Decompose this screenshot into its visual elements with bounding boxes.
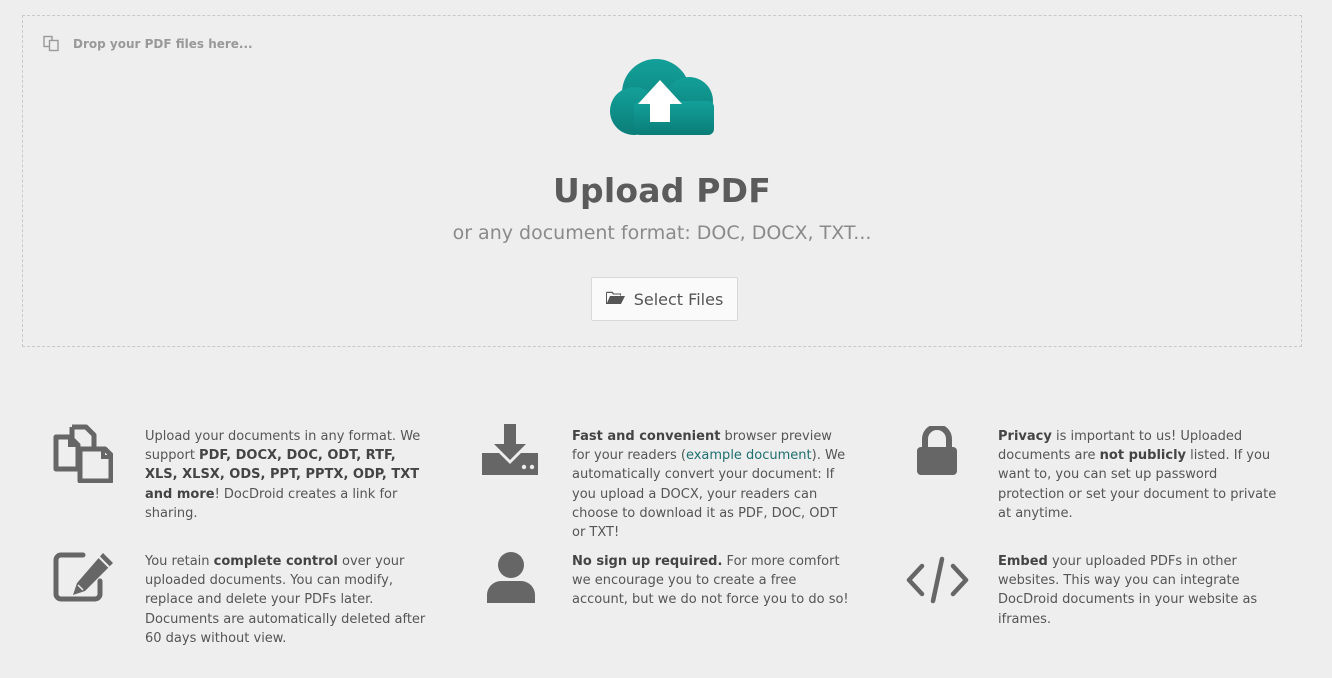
select-files-button[interactable]: Select Files xyxy=(591,277,738,321)
download-icon xyxy=(481,423,539,481)
feature-embed-text: Embed your uploaded PDFs in other websit… xyxy=(998,554,1258,627)
page-subtitle: or any document format: DOC, DOCX, TXT..… xyxy=(452,222,872,244)
select-files-label: Select Files xyxy=(633,289,724,309)
drop-hint-text: Drop your PDF files here... xyxy=(73,36,253,51)
feature-privacy-text: Privacy is important to us! Uploaded doc… xyxy=(998,429,1277,521)
page-title: Upload PDF xyxy=(553,171,771,210)
lock-icon xyxy=(916,424,958,480)
cloud-upload-icon xyxy=(610,57,718,139)
example-document-link[interactable]: example document xyxy=(686,448,812,463)
copy-files-icon xyxy=(43,35,60,52)
user-icon xyxy=(486,551,536,609)
drop-hint: Drop your PDF files here... xyxy=(43,35,253,52)
feature-control-text: You retain complete control over your up… xyxy=(145,554,426,646)
feature-formats-text: Upload your documents in any format. We … xyxy=(145,429,421,521)
edit-icon xyxy=(53,551,115,607)
code-icon xyxy=(906,556,969,608)
upload-dropzone[interactable]: Drop your PDF files here... Upload PDF o… xyxy=(22,15,1302,347)
feature-signup-text: No sign up required. For more comfort we… xyxy=(572,554,849,608)
folder-open-icon xyxy=(605,290,625,309)
feature-preview-text: Fast and convenient browser preview for … xyxy=(572,429,846,541)
files-icon xyxy=(53,423,114,487)
